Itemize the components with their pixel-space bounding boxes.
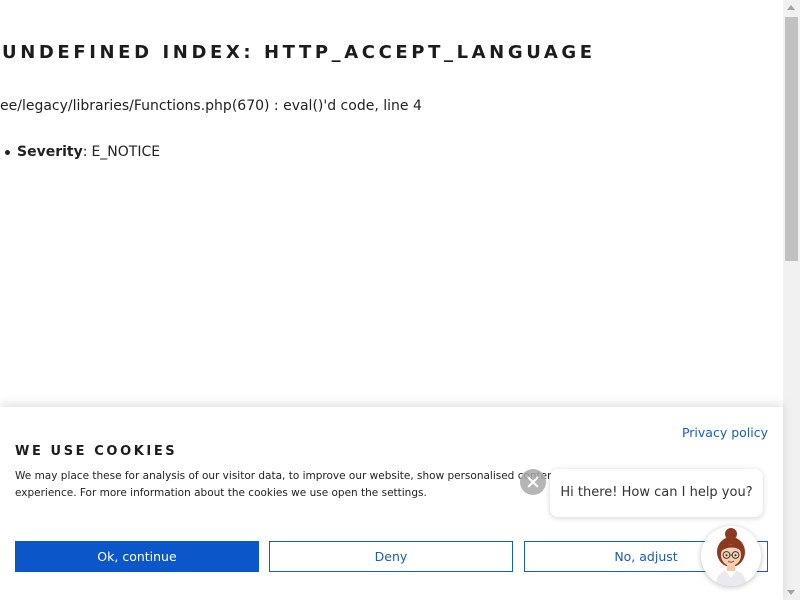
chat-close-icon[interactable]: [520, 469, 546, 495]
deny-button[interactable]: Deny: [269, 541, 513, 572]
bullet-icon: [5, 149, 10, 155]
scroll-up-arrow-icon[interactable]: [787, 5, 795, 10]
error-location: ee/legacy/libraries/Functions.php(670) :…: [0, 98, 422, 114]
detail-separator: :: [82, 144, 88, 160]
error-details-list: Severity: E_NOTICE: [0, 144, 160, 160]
privacy-policy-link[interactable]: Privacy policy: [682, 425, 768, 440]
error-detail-key: Severity: [17, 144, 83, 160]
browser-page: UNDEFINED INDEX: HTTP_ACCEPT_LANGUAGE ee…: [0, 0, 800, 600]
error-detail-value: E_NOTICE: [91, 144, 161, 160]
chat-greeting-bubble[interactable]: Hi there! How can I help you?: [550, 469, 763, 517]
chat-assistant-avatar[interactable]: [701, 526, 761, 586]
error-title: UNDEFINED INDEX: HTTP_ACCEPT_LANGUAGE: [2, 42, 596, 63]
ok-continue-button[interactable]: Ok, continue: [15, 541, 259, 572]
error-detail-item: Severity: E_NOTICE: [0, 144, 160, 160]
assistant-avatar-icon: [715, 528, 747, 586]
scroll-down-arrow-icon[interactable]: [787, 590, 795, 595]
vertical-scrollbar[interactable]: [783, 0, 800, 600]
cookie-banner-title: WE USE COOKIES: [15, 444, 178, 459]
scrollbar-thumb[interactable]: [785, 17, 798, 261]
